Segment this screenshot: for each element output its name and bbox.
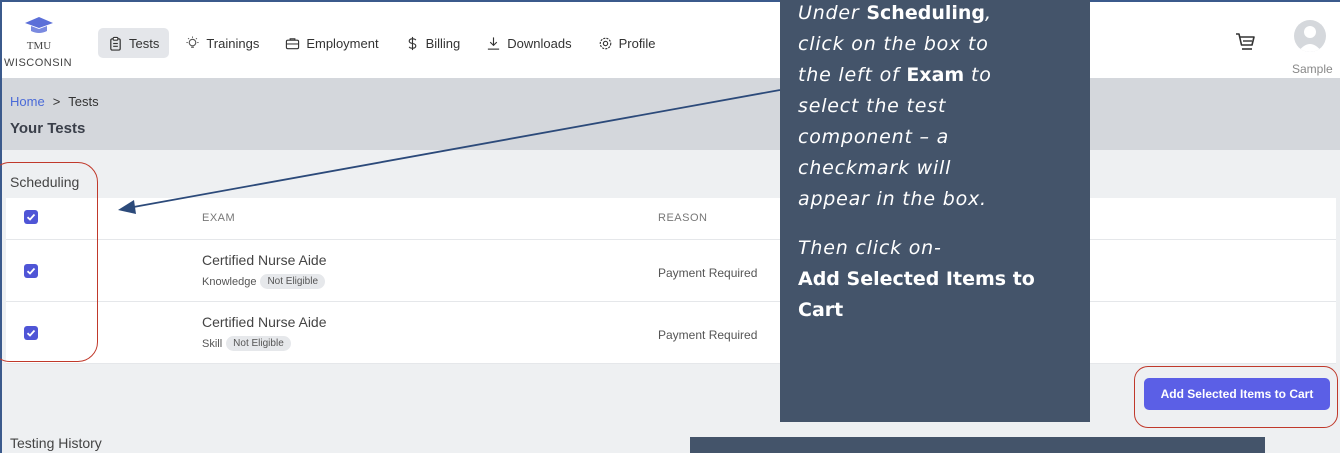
exam-component: Skill Not Eligible xyxy=(202,336,291,351)
nav-tests-label: Tests xyxy=(129,35,160,51)
callout-line3-end: to xyxy=(964,64,992,86)
component-name: Skill xyxy=(202,337,223,350)
callout-line2: click on the box to xyxy=(798,33,989,55)
nav-trainings[interactable]: Trainings xyxy=(175,28,269,58)
callout-line3-italic: the left of xyxy=(798,64,907,86)
reason-text: Payment Required xyxy=(658,266,758,280)
callout-line1-end: , xyxy=(985,2,992,24)
user-icon xyxy=(1298,26,1322,52)
nav-profile[interactable]: Profile xyxy=(588,28,666,58)
annotation-bracket-add-button xyxy=(1134,366,1338,428)
callout-line1-bold: Scheduling xyxy=(866,2,985,24)
scheduling-table: EXAM REASON Certified Nurse Aide Knowled… xyxy=(6,198,1336,364)
nav-billing[interactable]: Billing xyxy=(395,28,471,58)
callout-spacer xyxy=(798,215,1088,233)
annotation-bracket-checkboxes xyxy=(0,162,98,362)
cart-icon[interactable] xyxy=(1234,30,1258,54)
component-name: Knowledge xyxy=(202,275,257,288)
testing-history-heading: Testing History xyxy=(10,435,102,451)
page-header: Home > Tests Your Tests xyxy=(2,78,1340,150)
secondary-callout xyxy=(690,437,1265,453)
callout-line9: Add Selected Items to xyxy=(798,268,1035,290)
briefcase-icon xyxy=(286,37,300,49)
nav-profile-label: Profile xyxy=(618,35,656,51)
avatar[interactable] xyxy=(1294,20,1326,52)
callout-line6: checkmark will xyxy=(798,157,952,179)
table-header: EXAM REASON xyxy=(6,198,1336,240)
nav-employment-label: Employment xyxy=(306,35,379,51)
dollar-icon xyxy=(408,36,416,50)
table-row: Certified Nurse Aide Knowledge Not Eligi… xyxy=(6,240,1336,302)
breadcrumb-current: Tests xyxy=(68,94,99,109)
download-icon xyxy=(488,36,500,50)
page-title: Your Tests xyxy=(10,120,86,137)
callout-line5: component – a xyxy=(798,126,950,148)
nav-downloads[interactable]: Downloads xyxy=(476,28,581,58)
breadcrumb-home-link[interactable]: Home xyxy=(10,94,45,109)
gear-icon xyxy=(599,37,611,49)
column-header-reason: REASON xyxy=(658,212,708,224)
callout-line3-bold: Exam xyxy=(906,64,965,86)
clipboard-icon xyxy=(110,36,121,51)
callout-line10: Cart xyxy=(798,299,844,321)
nav-downloads-label: Downloads xyxy=(507,35,572,51)
logo[interactable]: TMU WISCONSIN xyxy=(4,12,72,72)
status-badge: Not Eligible xyxy=(260,274,326,289)
exam-name: Certified Nurse Aide xyxy=(202,314,327,330)
breadcrumb: Home > Tests xyxy=(10,94,99,109)
table-row: Certified Nurse Aide Skill Not Eligible … xyxy=(6,302,1336,364)
callout-line1-italic: Under xyxy=(798,2,867,24)
top-nav-bar: TMU WISCONSIN Tests Trainings Employment… xyxy=(2,2,1340,78)
status-badge: Not Eligible xyxy=(226,336,291,351)
main-nav: Tests Trainings Employment Billing Downl… xyxy=(98,28,665,58)
breadcrumb-separator: > xyxy=(52,94,61,109)
callout-line8: Then click on- xyxy=(798,237,942,259)
nav-billing-label: Billing xyxy=(425,35,461,51)
graduation-cap-icon xyxy=(25,17,53,33)
nav-trainings-label: Trainings xyxy=(206,35,260,51)
callout-line4: select the test xyxy=(798,95,947,117)
nav-tests[interactable]: Tests xyxy=(98,28,170,58)
logo-text-tmu: TMU xyxy=(26,40,52,52)
logo-text-wisconsin: WISCONSIN xyxy=(4,57,73,69)
column-header-exam: EXAM xyxy=(202,212,236,224)
callout-text: Under Scheduling, click on the box to th… xyxy=(798,0,1088,326)
exam-name: Certified Nurse Aide xyxy=(202,252,327,268)
callout-line7: appear in the box. xyxy=(798,188,987,210)
lightbulb-icon xyxy=(186,35,199,48)
nav-employment[interactable]: Employment xyxy=(275,28,388,58)
user-name: Sample xyxy=(1292,62,1333,76)
instruction-callout: Under Scheduling, click on the box to th… xyxy=(780,0,1090,422)
reason-text: Payment Required xyxy=(658,328,758,342)
exam-component: Knowledge Not Eligible xyxy=(202,274,326,289)
